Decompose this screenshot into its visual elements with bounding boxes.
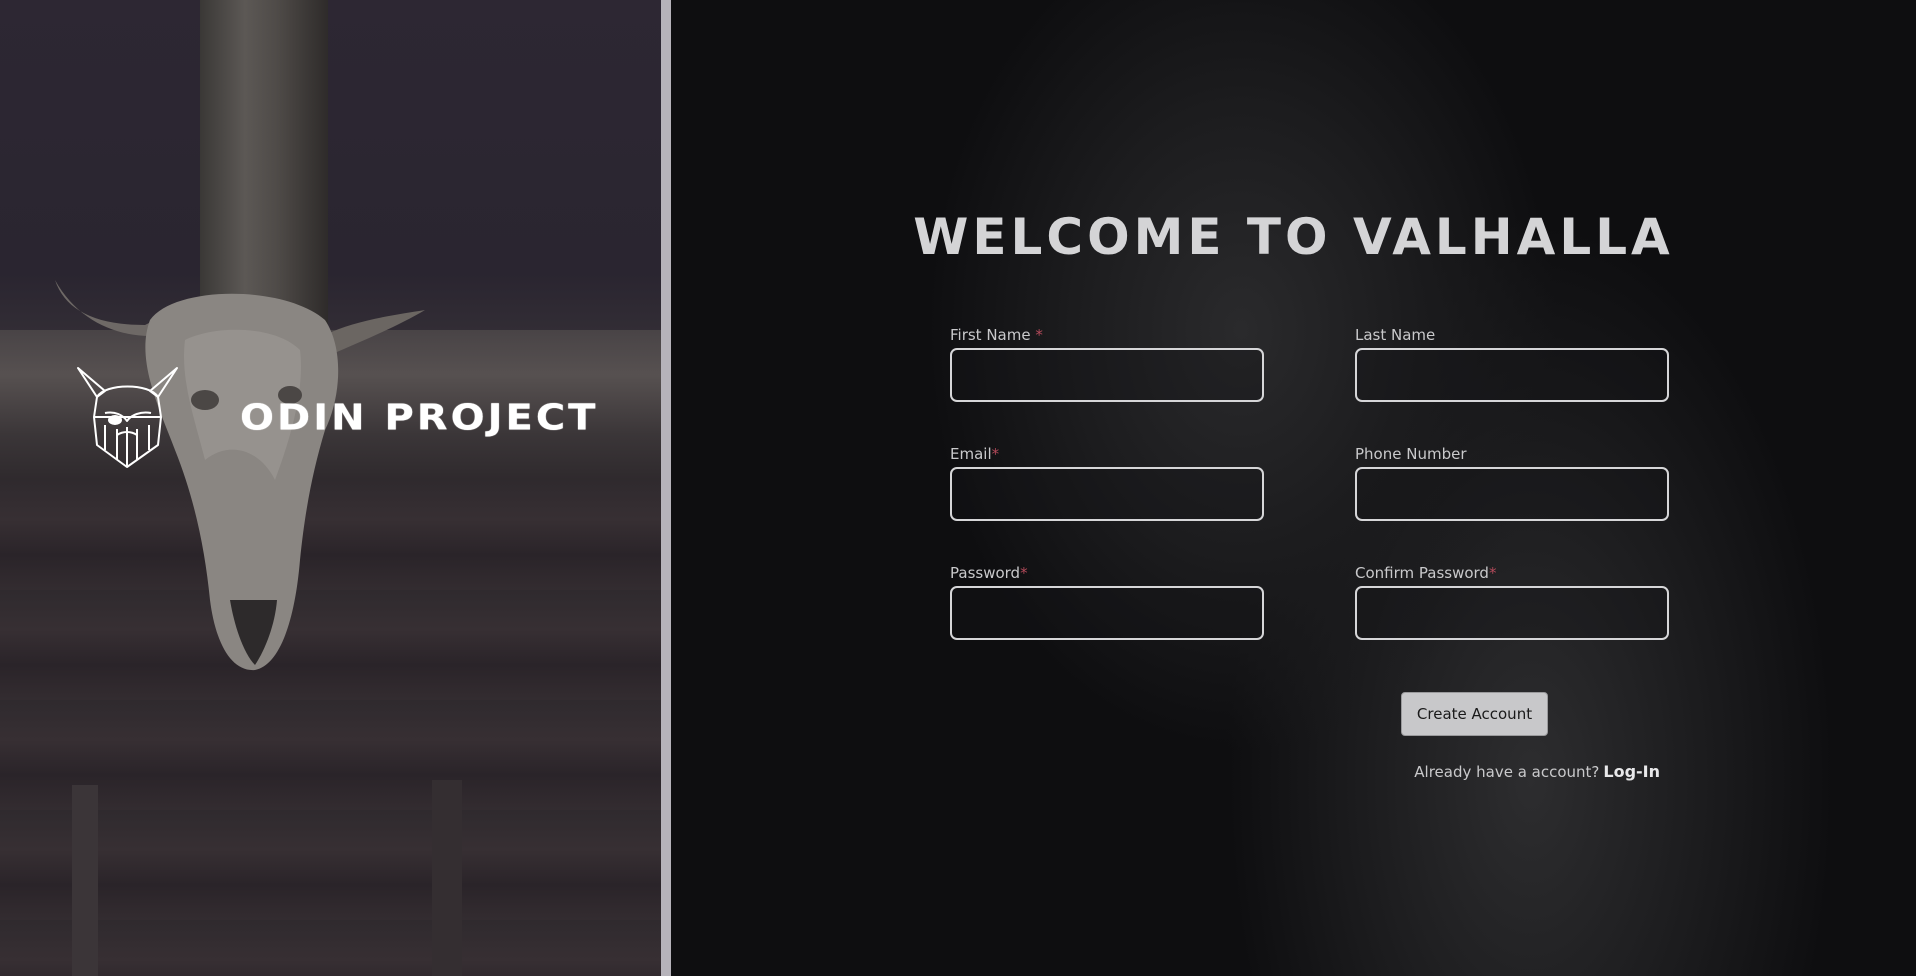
create-account-button[interactable]: Create Account — [1401, 692, 1548, 736]
first-name-label: First Name * — [950, 326, 1264, 344]
email-field: Email* — [950, 445, 1264, 564]
last-name-label-text: Last Name — [1355, 326, 1436, 344]
login-prompt-text: Already have a account? — [1414, 763, 1600, 781]
last-name-field: Last Name — [1355, 326, 1669, 445]
phone-number-field: Phone Number — [1355, 445, 1669, 564]
signup-panel: WELCOME TO VALHALLA First Name * Last Na… — [671, 0, 1916, 976]
required-asterisk: * — [1488, 564, 1497, 582]
page-title: WELCOME TO VALHALLA — [913, 208, 1674, 266]
email-label-text: Email — [950, 445, 992, 463]
brand-title: ODIN PROJECT — [240, 396, 599, 439]
form-grid: First Name * Last Name Email* Phone Numb… — [950, 326, 1672, 683]
confirm-password-field: Confirm Password* — [1355, 564, 1669, 683]
page: ODIN PROJECT WELCOME TO VALHALLA First N… — [0, 0, 1916, 976]
brand-lockup: ODIN PROJECT — [75, 365, 598, 470]
last-name-input[interactable] — [1355, 348, 1669, 402]
first-name-label-text: First Name — [950, 326, 1036, 344]
required-asterisk: * — [1020, 564, 1028, 582]
first-name-field: First Name * — [950, 326, 1264, 445]
password-label-text: Password — [950, 564, 1021, 582]
phone-number-input[interactable] — [1355, 467, 1669, 521]
confirm-password-input[interactable] — [1355, 586, 1669, 640]
login-link[interactable]: Log-In — [1603, 762, 1660, 781]
panel-divider — [661, 0, 671, 976]
ram-skull-image — [55, 280, 425, 671]
signup-form: First Name * Last Name Email* Phone Numb… — [950, 326, 1672, 781]
first-name-input[interactable] — [950, 348, 1264, 402]
password-label: Password* — [950, 564, 1264, 582]
hero-image-panel: ODIN PROJECT — [0, 0, 661, 976]
confirm-password-label-text: Confirm Password — [1355, 564, 1489, 582]
email-input[interactable] — [950, 467, 1264, 521]
required-asterisk: * — [1035, 326, 1043, 344]
phone-number-label-text: Phone Number — [1355, 445, 1467, 463]
password-input[interactable] — [950, 586, 1264, 640]
wooden-post-right — [432, 780, 462, 976]
last-name-label: Last Name — [1355, 326, 1669, 344]
confirm-password-label: Confirm Password* — [1355, 564, 1669, 582]
email-label: Email* — [950, 445, 1264, 463]
viking-logo-icon — [77, 367, 178, 468]
password-field: Password* — [950, 564, 1264, 683]
wooden-post-left — [72, 785, 98, 976]
login-prompt: Already have a account? Log-In — [950, 762, 1660, 781]
phone-number-label: Phone Number — [1355, 445, 1669, 463]
required-asterisk: * — [991, 445, 1000, 463]
